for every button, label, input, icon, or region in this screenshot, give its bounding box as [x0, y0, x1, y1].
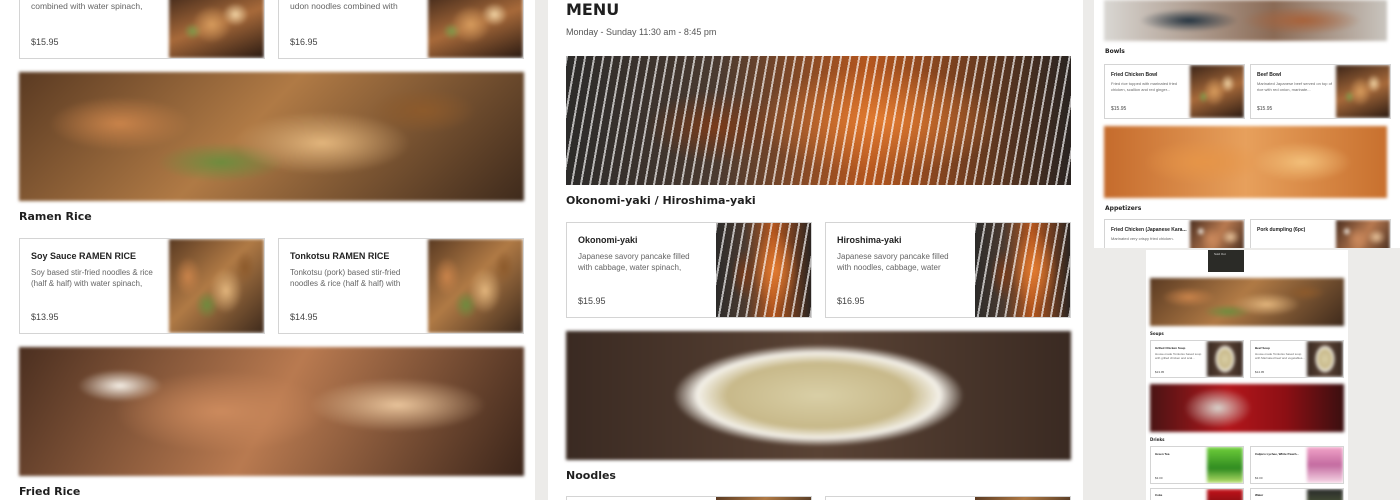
left-menu-panel: combined with water spinach, red... $15.…: [0, 0, 535, 500]
item-description: combined with water spinach, red...: [31, 1, 143, 13]
item-price: $15.95: [578, 296, 606, 306]
item-name: Tonkotsu RAMEN RICE: [290, 251, 390, 261]
menu-item-card[interactable]: Tonkotsu RAMEN RICE Tonkotsu (pork) base…: [278, 238, 524, 334]
menu-item-card[interactable]: Hiroshima-yaki Japanese savory pancake f…: [825, 222, 1071, 318]
item-photo: [1307, 341, 1343, 377]
section-banner-photo: [566, 331, 1071, 460]
menu-item-card[interactable]: Pork dumpling (6pc): [1250, 219, 1391, 248]
item-price: $13.95: [1155, 370, 1165, 374]
item-price: $14.95: [290, 312, 318, 322]
section-title-ramen-rice: Ramen Rice: [19, 210, 92, 223]
section-banner-photo: [1150, 278, 1344, 326]
item-price: $13.95: [31, 312, 59, 322]
menu-item-card[interactable]: Calpico Lychee, White Peach... $3.00: [1250, 446, 1344, 484]
item-photo: [1207, 341, 1243, 377]
item-description: House-made Tonkotsu based soup with gril…: [1155, 352, 1202, 360]
section-title-noodles: Noodles: [566, 469, 616, 482]
menu-item-card[interactable]: udon noodles combined with water... $16.…: [278, 0, 524, 59]
item-name: Fried Chicken Bowl: [1111, 72, 1158, 78]
item-name: Pork dumpling (6pc): [1257, 227, 1306, 233]
menu-item-card[interactable]: combined with water spinach, red... $15.…: [19, 0, 265, 59]
item-name: Beef Soup: [1255, 346, 1270, 350]
menu-item-card[interactable]: [566, 496, 812, 500]
item-photo: [1307, 489, 1343, 500]
sold-out-label: Sold Out: [1214, 252, 1226, 256]
section-banner-photo: [566, 56, 1071, 185]
section-title-soups: Soups: [1150, 331, 1164, 336]
item-photo: [1207, 447, 1243, 483]
menu-item-card[interactable]: Soy Sauce RAMEN RICE Soy based stir-frie…: [19, 238, 265, 334]
menu-item-card[interactable]: Beef Bowl Marinated Japanese beef served…: [1250, 64, 1391, 119]
item-name: Grilled Chicken Soup: [1155, 346, 1186, 350]
item-photo: [1190, 65, 1244, 118]
item-name: Hiroshima-yaki: [837, 235, 902, 245]
item-photo: [428, 0, 523, 58]
menu-item-card[interactable]: Okonomi-yaki Japanese savory pancake fil…: [566, 222, 812, 318]
item-photo: [428, 239, 523, 333]
item-photo: [169, 0, 264, 58]
menu-item-card[interactable]: Fried Chicken Bowl Fried rice topped wit…: [1104, 64, 1245, 119]
item-price: $3.00: [1255, 476, 1263, 480]
item-name: Green Tea: [1155, 452, 1170, 456]
menu-item-card[interactable]: Coke: [1150, 488, 1244, 500]
item-price: $14.95: [1255, 370, 1265, 374]
item-photo: [1336, 220, 1390, 248]
item-name: Calpico Lychee, White Peach...: [1255, 452, 1299, 456]
item-photo: [1207, 489, 1243, 500]
section-banner-photo: [19, 72, 524, 201]
item-description: Tonkotsu (pork) based stir-fried noodles…: [290, 268, 401, 288]
menu-item-card[interactable]: Beef Soup House-made Tonkotsu based soup…: [1250, 340, 1344, 378]
section-title-appetizers: Appetizers: [1105, 205, 1142, 212]
item-photo: [169, 239, 264, 333]
item-price: $15.95: [1257, 106, 1273, 112]
section-title-drinks: Drinks: [1150, 437, 1165, 442]
item-price: $15.95: [1111, 106, 1127, 112]
item-description: udon noodles combined with water...: [290, 1, 398, 13]
menu-item-card[interactable]: Water: [1250, 488, 1344, 500]
section-banner-photo: [1150, 384, 1344, 432]
item-description: Marinated very crispy fried chicken.: [1111, 236, 1174, 241]
menu-item-card[interactable]: Grilled Chicken Soup House-made Tonkotsu…: [1150, 340, 1244, 378]
item-description: Soy based stir-fried noodles & rice (hal…: [31, 268, 153, 288]
menu-hours: Monday - Sunday 11:30 am - 8:45 pm: [566, 27, 717, 37]
section-title-fried-rice: Fried Rice: [19, 485, 81, 498]
menu-title: MENU: [566, 0, 620, 19]
item-name: Soy Sauce RAMEN RICE: [31, 251, 137, 261]
right-bottom-menu-panel: Sold Out Soups Grilled Chicken Soup Hous…: [1146, 250, 1348, 500]
item-price: $3.00: [1155, 476, 1163, 480]
item-photo: [1307, 447, 1343, 483]
item-photo: [975, 223, 1070, 317]
item-photo: [716, 223, 811, 317]
item-price: $16.95: [290, 37, 318, 47]
menu-item-card[interactable]: [825, 496, 1071, 500]
item-description: Fried rice topped with marinated fried c…: [1111, 81, 1178, 92]
section-title-okonomiyaki: Okonomi-yaki / Hiroshima-yaki: [566, 194, 756, 207]
item-description: Japanese savory pancake filled with cabb…: [578, 252, 690, 272]
section-banner-photo: [19, 347, 524, 476]
item-name: Beef Bowl: [1257, 72, 1282, 78]
item-photo: [1336, 65, 1390, 118]
item-name: Water: [1255, 493, 1264, 497]
section-banner-photo: [1104, 0, 1387, 41]
item-description: Japanese savory pancake filled with nood…: [837, 252, 949, 272]
item-name: Fried Chicken (Japanese Kara...: [1111, 227, 1187, 233]
item-name: Coke: [1155, 493, 1163, 497]
item-price: $15.95: [31, 37, 59, 47]
center-menu-panel: MENU Monday - Sunday 11:30 am - 8:45 pm …: [548, 0, 1083, 500]
section-banner-photo: [1104, 126, 1387, 198]
right-top-menu-panel: Bowls Fried Chicken Bowl Fried rice topp…: [1094, 0, 1400, 248]
item-name: Okonomi-yaki: [578, 235, 638, 245]
item-description: Marinated Japanese beef served on top of…: [1257, 81, 1332, 92]
menu-item-card[interactable]: Green Tea $3.00: [1150, 446, 1244, 484]
section-title-bowls: Bowls: [1105, 48, 1125, 55]
item-price: $16.95: [837, 296, 865, 306]
item-photo: [1190, 220, 1244, 248]
menu-item-card[interactable]: Fried Chicken (Japanese Kara... Marinate…: [1104, 219, 1245, 248]
sold-out-banner: Sold Out: [1208, 250, 1244, 272]
item-description: House-made Tonkotsu based soup with Mari…: [1255, 352, 1305, 360]
